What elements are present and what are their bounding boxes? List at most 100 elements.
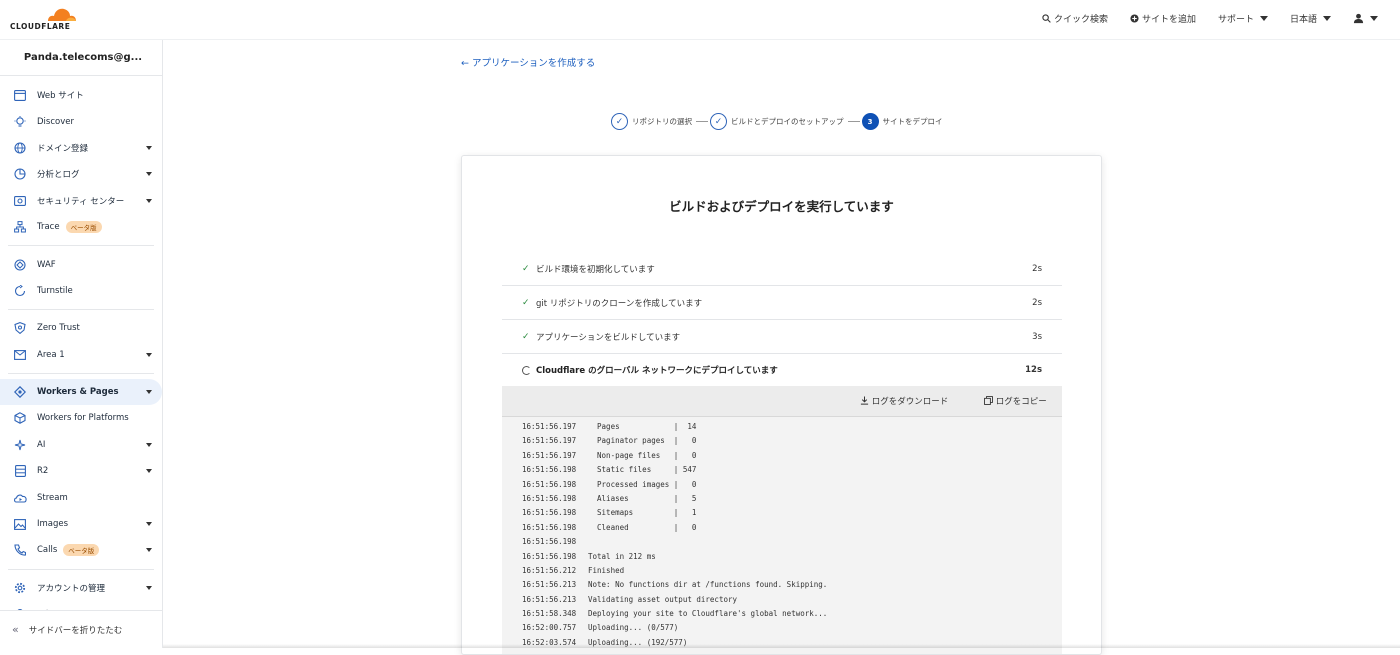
log-message: Non-page files | 0 (588, 451, 696, 460)
log-timestamp: 16:51:56.197 (522, 449, 588, 463)
task-duration: 12s (1025, 365, 1042, 375)
log-message: Paginator pages | 0 (588, 436, 696, 445)
sidebar-item-ai[interactable]: AI (0, 432, 162, 458)
zero-trust-icon (13, 321, 27, 335)
waf-icon (13, 258, 27, 272)
log-message: Aliases | 5 (588, 494, 696, 503)
log-line: 16:51:56.198Total in 212 ms (502, 550, 1062, 564)
sidebar-item-label: ドメイン登録 (37, 142, 88, 154)
sidebar-item-discover[interactable]: Discover (0, 108, 162, 134)
log-line: 16:51:56.213Note: No functions dir at /f… (502, 578, 1062, 592)
log-message: Uploading... (0/577) (588, 623, 678, 632)
task-row: ✓ ビルド環境を初期化しています 2s (502, 252, 1062, 286)
sidebar-item-turnstile[interactable]: Turnstile (0, 278, 162, 304)
log-timestamp: 16:52:00.757 (522, 621, 588, 635)
sidebar-item-workers-for-platforms[interactable]: Workers for Platforms (0, 405, 162, 431)
collapse-sidebar-button[interactable]: « サイドバーを折りたたむ (0, 610, 163, 648)
log-output[interactable]: 16:51:56.197 Pages | 14 16:51:56.197 Pag… (502, 417, 1062, 655)
chevron-down-icon (146, 146, 152, 150)
mail-icon (13, 348, 27, 362)
top-nav: クイック検索 サイトを追加 サポート 日本語 (1042, 12, 1378, 25)
log-timestamp: 16:51:56.213 (522, 578, 588, 592)
user-icon (1353, 13, 1364, 24)
chevron-down-icon (146, 172, 152, 176)
back-link[interactable]: ← アプリケーションを作成する (461, 55, 595, 69)
task-row-running: Cloudflare のグローバル ネットワークにデプロイしています 12s (502, 353, 1062, 387)
sidebar-item-trace[interactable]: Trace ベータ版 (0, 214, 162, 240)
plus-circle-icon (1130, 14, 1139, 23)
language-menu[interactable]: 日本語 (1290, 12, 1331, 25)
step-number: 3 (862, 113, 879, 130)
copy-logs-button[interactable]: ログをコピー (984, 395, 1047, 407)
task-label: ビルド環境を初期化しています (536, 263, 655, 275)
image-icon (13, 517, 27, 531)
sidebar-item-stream[interactable]: Stream (0, 484, 162, 510)
log-timestamp: 16:51:56.198 (522, 521, 588, 535)
globe-icon (13, 141, 27, 155)
platforms-icon (13, 411, 27, 425)
log-line: 16:51:56.198 Cleaned | 0 (502, 521, 1062, 535)
sidebar-item-workers-pages[interactable]: Workers & Pages (0, 379, 162, 405)
log-timestamp: 16:51:56.198 (522, 478, 588, 492)
log-line: 16:51:58.348Deploying your site to Cloud… (502, 607, 1062, 621)
sidebar-item-security-center[interactable]: セキュリティ センター (0, 188, 162, 214)
sidebar-item-label: Area 1 (37, 350, 65, 360)
log-timestamp: 16:51:56.197 (522, 420, 588, 434)
double-chevron-left-icon: « (12, 623, 19, 636)
download-logs-button[interactable]: ログをダウンロード (860, 395, 948, 407)
browser-icon (13, 88, 27, 102)
stream-icon (13, 491, 27, 505)
sidebar-item-label: セキュリティ センター (37, 195, 124, 207)
support-menu[interactable]: サポート (1218, 12, 1268, 25)
phone-icon (13, 543, 27, 557)
sidebar-item-label: Discover (37, 117, 74, 127)
log-line: 16:51:56.197 Paginator pages | 0 (502, 434, 1062, 448)
quick-search-button[interactable]: クイック検索 (1042, 12, 1108, 25)
sidebar-item-waf[interactable]: WAF (0, 251, 162, 277)
sidebar-item-label: Workers & Pages (37, 387, 119, 397)
network-icon (13, 220, 27, 234)
task-row: ✓ git リポジトリのクローンを作成しています 2s (502, 286, 1062, 320)
sidebar-item-account-management[interactable]: アカウントの管理 (0, 575, 162, 601)
log-message: Processed images | 0 (588, 480, 696, 489)
spinner-icon (522, 366, 531, 375)
check-icon: ✓ (522, 298, 536, 308)
cloudflare-logo[interactable]: CLOUDFLARE (10, 6, 78, 32)
sidebar-item-domain-registration[interactable]: ドメイン登録 (0, 135, 162, 161)
task-duration: 2s (1032, 298, 1042, 308)
log-message: Sitemaps | 1 (588, 508, 696, 517)
log-line: 16:51:56.197 Non-page files | 0 (502, 449, 1062, 463)
sidebar-item-label: Stream (37, 493, 68, 503)
chevron-down-icon (146, 469, 152, 473)
sidebar-item-label: R2 (37, 466, 48, 476)
chevron-down-icon (146, 199, 152, 203)
log-message: Note: No functions dir at /functions fou… (588, 580, 827, 589)
chevron-down-icon (146, 586, 152, 590)
log-line: 16:51:56.198 (502, 535, 1062, 549)
beta-badge: ベータ版 (63, 544, 99, 556)
copy-logs-label: ログをコピー (996, 397, 1047, 407)
card-title: ビルドおよびデプロイを実行しています (462, 196, 1101, 215)
logo-text: CLOUDFLARE (10, 22, 70, 31)
sidebar-item-websites[interactable]: Web サイト (0, 82, 162, 108)
account-name[interactable]: Panda.telecoms@g... (0, 40, 162, 76)
pie-chart-icon (13, 167, 27, 181)
log-timestamp: 16:51:56.198 (522, 463, 588, 477)
user-menu[interactable] (1353, 13, 1378, 24)
sidebar-item-area-1[interactable]: Area 1 (0, 342, 162, 368)
beta-badge: ベータ版 (66, 221, 102, 233)
sidebar-item-calls[interactable]: Calls ベータ版 (0, 537, 162, 563)
sidebar-item-label: Turnstile (37, 286, 73, 296)
sidebar-item-images[interactable]: Images (0, 511, 162, 537)
sidebar-divider (8, 373, 154, 374)
language-label: 日本語 (1290, 12, 1317, 25)
log-message: Validating asset output directory (588, 595, 737, 604)
add-site-button[interactable]: サイトを追加 (1130, 12, 1196, 25)
log-line: 16:51:56.198 Aliases | 5 (502, 492, 1062, 506)
database-icon (13, 464, 27, 478)
sidebar-item-r2[interactable]: R2 (0, 458, 162, 484)
sidebar-item-zero-trust[interactable]: Zero Trust (0, 315, 162, 341)
step-label: サイトをデプロイ (883, 116, 943, 127)
sidebar-item-analytics-logs[interactable]: 分析とログ (0, 161, 162, 187)
chevron-down-icon (146, 353, 152, 357)
